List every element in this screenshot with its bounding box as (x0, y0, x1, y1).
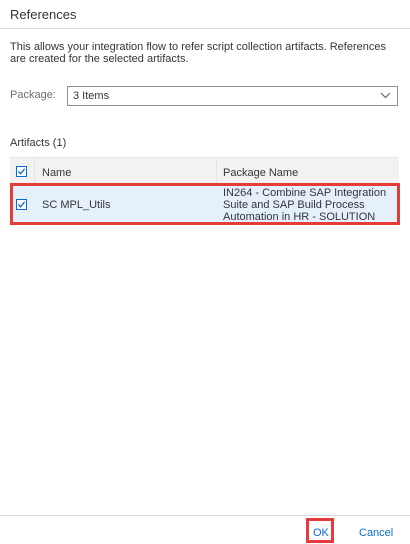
artifact-name: SC MPL_Utils (42, 199, 111, 211)
package-select-value: 3 Items (73, 90, 110, 102)
select-all-checkbox[interactable] (16, 166, 27, 177)
package-select[interactable]: 3 Items (67, 86, 398, 106)
references-dialog: References This allows your integration … (0, 0, 410, 544)
checkmark-icon (18, 201, 26, 208)
table-row[interactable]: SC MPL_Utils IN264 - Combine SAP Integra… (10, 185, 399, 225)
dialog-title: References (10, 7, 77, 22)
dialog-footer: OK Cancel (0, 515, 410, 544)
column-separator (34, 158, 35, 184)
artifact-package-name: IN264 - Combine SAP Integration Suite an… (223, 187, 387, 223)
column-header-package-name[interactable]: Package Name (223, 167, 298, 179)
row-checkbox[interactable] (16, 199, 27, 210)
dialog-description: This allows your integration flow to ref… (10, 41, 386, 65)
column-header-name[interactable]: Name (42, 167, 71, 179)
artifacts-table: Name Package Name SC MPL_Utils IN264 - C… (10, 157, 399, 225)
column-separator (216, 158, 217, 184)
cancel-button[interactable]: Cancel (359, 522, 393, 544)
package-label: Package: (10, 89, 56, 101)
chevron-down-icon[interactable] (380, 90, 391, 101)
dialog-header: References (0, 0, 410, 29)
artifacts-title: Artifacts (1) (10, 137, 67, 149)
ok-button[interactable]: OK (313, 522, 329, 544)
checkmark-icon (18, 168, 26, 175)
table-header: Name Package Name (10, 157, 399, 185)
